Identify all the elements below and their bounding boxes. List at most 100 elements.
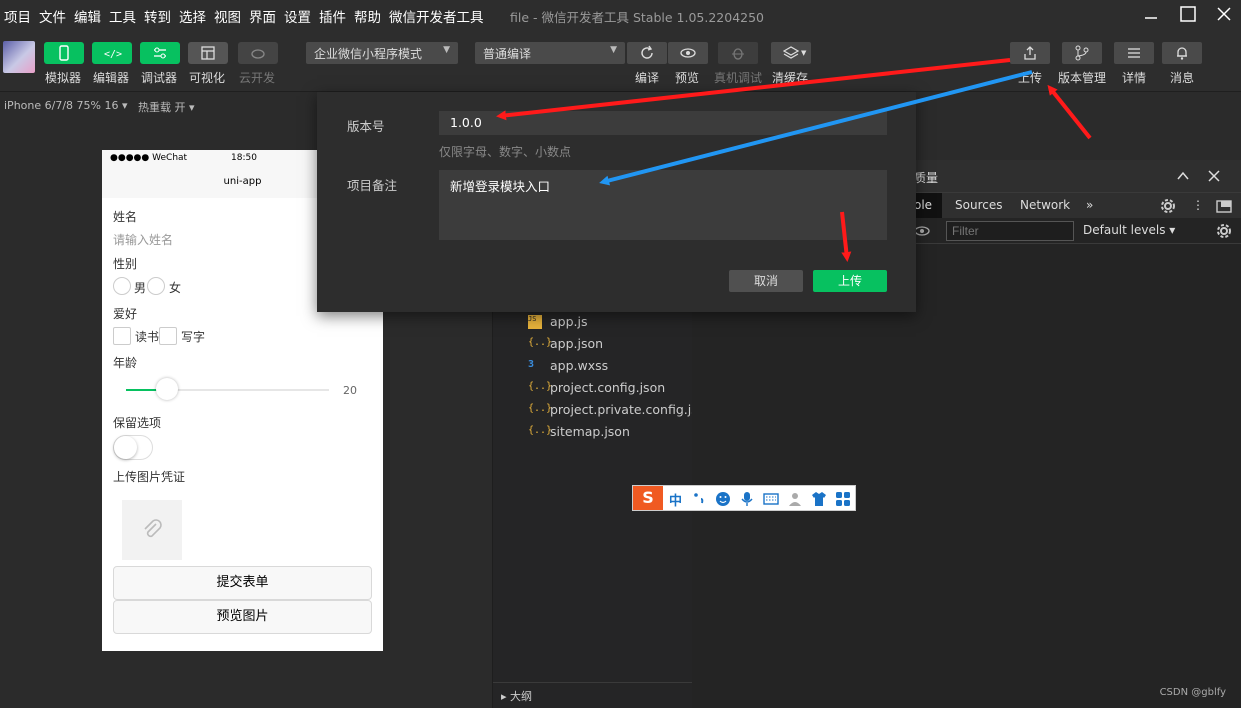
menu-item-devtools[interactable]: 微信开发者工具 — [389, 6, 484, 26]
tab-console[interactable]: ole — [914, 198, 932, 212]
maximize-button[interactable] — [1176, 4, 1200, 26]
file-item[interactable]: {..} project.config.json — [528, 380, 665, 395]
bug-icon — [732, 48, 744, 60]
menu-item-plugins[interactable]: 插件 — [319, 6, 346, 26]
version-mgmt-button[interactable] — [1062, 42, 1102, 64]
window-title: file - 微信开发者工具 Stable 1.05.2204250 — [510, 10, 765, 25]
menu-item-help[interactable]: 帮助 — [354, 6, 381, 26]
log-levels-select[interactable]: Default levels ▾ — [1083, 223, 1175, 237]
simulator-button[interactable] — [44, 42, 84, 64]
clear-cache-label: 清缓存 — [772, 71, 809, 85]
menu-items: 项目 文件 编辑 工具 转到 选择 视图 界面 设置 插件 帮助 微信开发者工具 — [4, 6, 492, 26]
filter-input[interactable] — [946, 221, 1074, 241]
ime-lang-toggle[interactable]: 中 — [669, 490, 682, 509]
compile-select[interactable]: 普通编译 ▼ — [475, 42, 625, 64]
tab-network[interactable]: Network — [1020, 198, 1070, 212]
preview-label: 预览 — [675, 71, 700, 85]
mode-select[interactable]: 企业微信小程序模式 ▼ — [306, 42, 458, 64]
eye-icon[interactable] — [914, 225, 930, 237]
clear-cache-button[interactable]: ▼ — [771, 42, 811, 64]
json-file-icon: {..} — [528, 337, 553, 348]
shirt-icon[interactable] — [811, 491, 827, 507]
cancel-button[interactable]: 取消 — [729, 270, 803, 292]
bell-icon — [1177, 47, 1187, 60]
preview-image-button[interactable]: 预览图片 — [113, 600, 372, 634]
file-item[interactable]: {..} sitemap.json — [528, 424, 630, 439]
note-textarea[interactable]: 新增登录模块入口 — [439, 170, 887, 240]
note-label: 项目备注 — [347, 178, 398, 193]
file-item[interactable]: {..} app.json — [528, 336, 603, 351]
menu-item-view[interactable]: 视图 — [214, 6, 241, 26]
remote-debug-button[interactable] — [718, 42, 758, 64]
version-input[interactable]: 1.0.0 — [439, 111, 887, 135]
compile-button[interactable] — [627, 42, 667, 64]
checkbox-write[interactable] — [159, 327, 177, 345]
cloud-icon — [251, 49, 265, 59]
chevron-up-icon[interactable] — [1176, 170, 1190, 182]
close-icon — [1217, 7, 1231, 21]
upload-button[interactable]: 上传 — [813, 270, 887, 292]
minimize-button[interactable] — [1139, 4, 1163, 26]
keep-switch[interactable] — [113, 435, 153, 460]
menu-item-settings[interactable]: 设置 — [284, 6, 311, 26]
more-tabs-button[interactable]: » — [1086, 198, 1093, 212]
file-name: sitemap.json — [550, 424, 630, 439]
emoji-icon[interactable] — [715, 491, 731, 507]
js-file-icon: JS — [528, 315, 542, 329]
radio-male[interactable] — [113, 277, 131, 295]
gear-icon[interactable] — [1160, 198, 1176, 214]
user-icon[interactable] — [787, 491, 803, 507]
file-item[interactable]: {..} project.private.config.js... — [528, 402, 710, 417]
file-name: app.wxss — [550, 358, 609, 373]
cloud-button[interactable] — [238, 42, 278, 64]
messages-button[interactable] — [1162, 42, 1202, 64]
age-slider-thumb[interactable] — [155, 378, 178, 400]
checkbox-read[interactable] — [113, 327, 131, 345]
menu-icon — [1128, 48, 1140, 58]
close-window-button[interactable] — [1212, 4, 1236, 26]
menu-item-select[interactable]: 选择 — [179, 6, 206, 26]
outline-section[interactable]: ▸ 大纲 — [493, 682, 693, 708]
menu-item-goto[interactable]: 转到 — [144, 6, 171, 26]
maximize-icon — [1180, 6, 1196, 22]
menu-item-file[interactable]: 文件 — [39, 6, 66, 26]
upload-image-box[interactable] — [122, 500, 182, 560]
debugger-button[interactable] — [140, 42, 180, 64]
keyboard-icon[interactable] — [763, 491, 779, 507]
file-item[interactable]: JS app.js — [528, 314, 588, 329]
name-input[interactable]: 请输入姓名 — [113, 231, 173, 248]
punctuation-icon[interactable] — [691, 491, 707, 507]
file-item[interactable]: 3 app.wxss — [528, 358, 608, 373]
preview-button[interactable] — [668, 42, 708, 64]
close-icon[interactable] — [1208, 170, 1220, 182]
editor-button[interactable]: </> — [92, 42, 132, 64]
dock-icon[interactable] — [1216, 199, 1232, 213]
device-select[interactable]: iPhone 6/7/8 75% 16 ▾ — [4, 99, 128, 112]
gear-icon[interactable] — [1216, 223, 1232, 239]
menu-item-project[interactable]: 项目 — [4, 6, 31, 26]
microphone-icon[interactable] — [739, 491, 755, 507]
hot-reload-toggle[interactable]: 热重载 开 ▾ — [138, 99, 195, 115]
radio-female[interactable] — [147, 277, 165, 295]
grid-icon[interactable] — [835, 491, 851, 507]
visual-button[interactable] — [188, 42, 228, 64]
layout-icon — [201, 46, 215, 60]
json-file-icon: {..} — [528, 403, 553, 414]
menu-item-edit[interactable]: 编辑 — [74, 6, 101, 26]
tab-sources[interactable]: Sources — [955, 198, 1002, 212]
kebab-menu-icon[interactable]: ⋮ — [1192, 198, 1204, 212]
watermark-credit: CSDN @gblfy — [1159, 687, 1226, 698]
upload-toolbar-button[interactable] — [1010, 42, 1050, 64]
submit-form-button[interactable]: 提交表单 — [113, 566, 372, 600]
menu-item-interface[interactable]: 界面 — [249, 6, 276, 26]
simulator-label: 模拟器 — [45, 71, 82, 85]
avatar[interactable] — [3, 41, 35, 73]
toolbar: 模拟器 </> 编辑器 调试器 可视化 云开发 企业微信小程序模式 ▼ 普通编译… — [0, 30, 1241, 92]
file-name: project.config.json — [550, 380, 666, 395]
details-button[interactable] — [1114, 42, 1154, 64]
paperclip-icon — [144, 519, 162, 538]
age-value: 20 — [343, 384, 357, 397]
menu-item-tools[interactable]: 工具 — [109, 6, 136, 26]
ime-logo[interactable]: S — [633, 486, 663, 510]
messages-label: 消息 — [1170, 71, 1195, 85]
